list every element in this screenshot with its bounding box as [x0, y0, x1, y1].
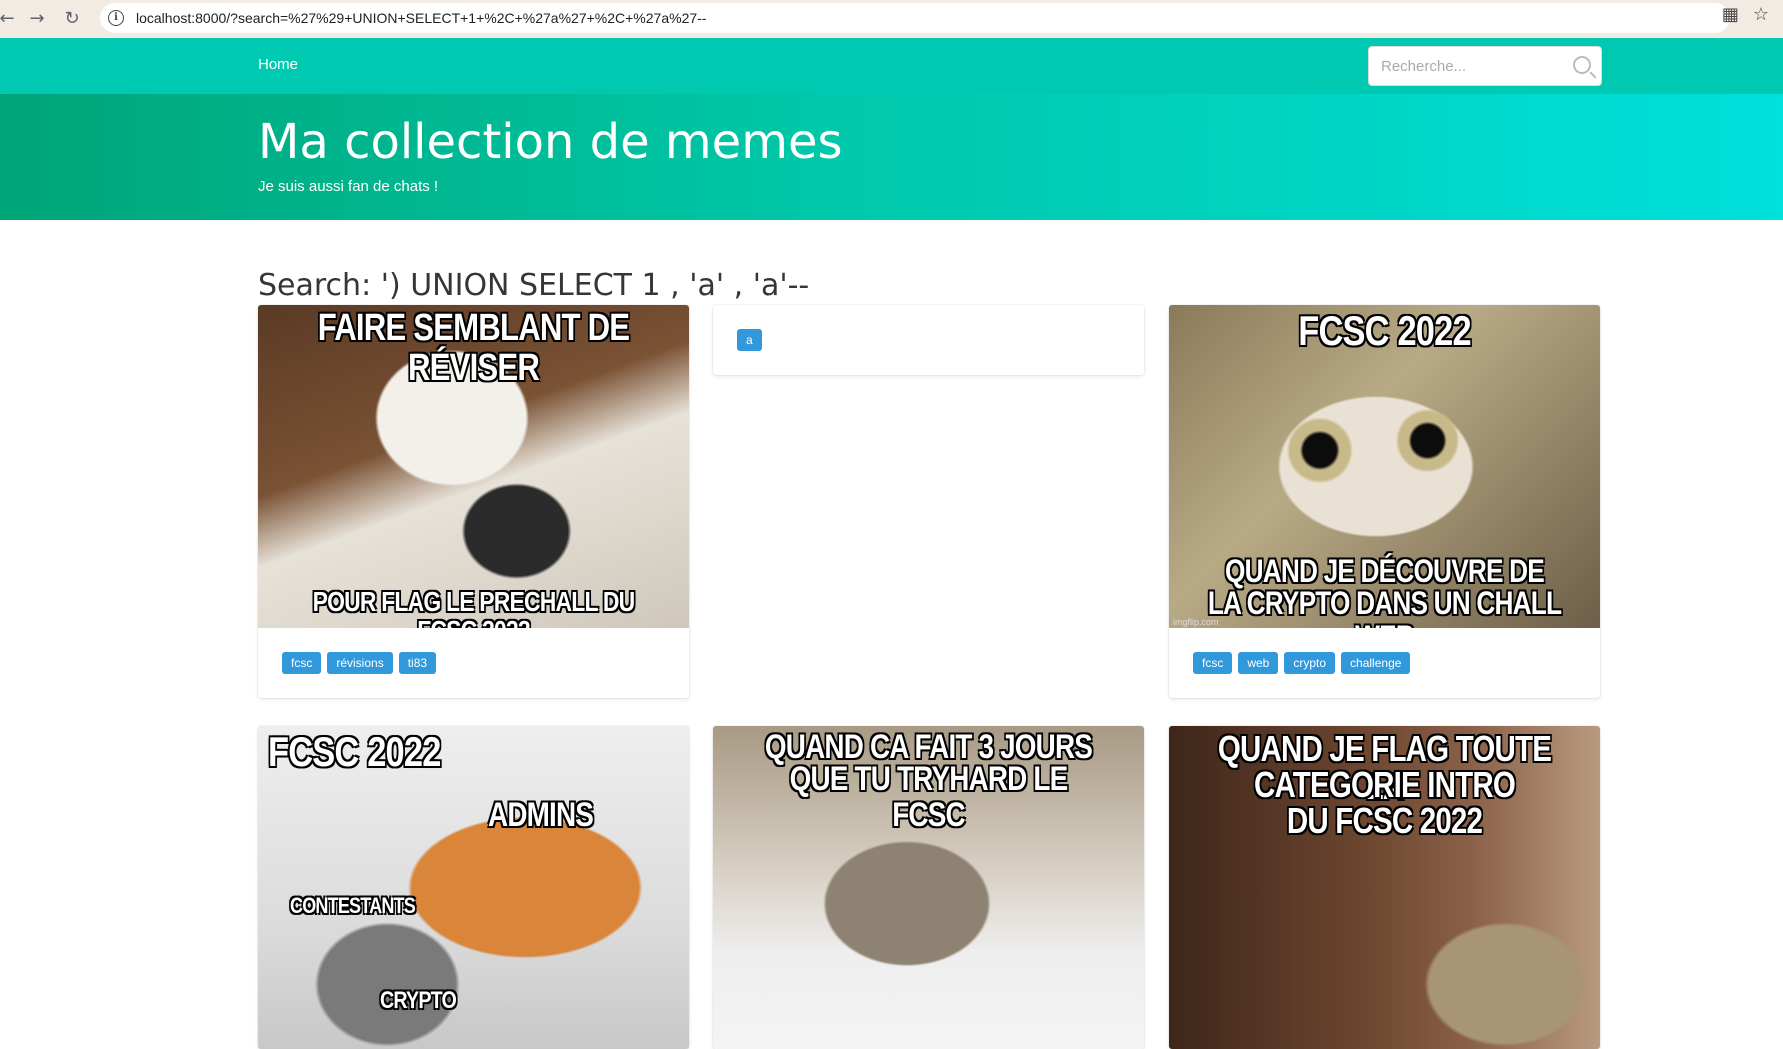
- tag-list: a: [713, 305, 1144, 375]
- meme-card: QUAND JE FLAG TOUTE LA CATEGORIE INTRO D…: [1169, 726, 1600, 1049]
- forward-icon[interactable]: →: [22, 8, 52, 29]
- meme-watermark: imgflip.com: [1173, 617, 1219, 627]
- tag[interactable]: challenge: [1341, 652, 1411, 674]
- tag-list: fcsc révisions ti83: [258, 628, 689, 698]
- meme-watermark: imgflip.com: [262, 617, 308, 627]
- search-box[interactable]: [1368, 46, 1602, 86]
- tag[interactable]: crypto: [1284, 652, 1336, 674]
- meme-top-text: CATEGORIE INTRO: [1253, 764, 1516, 805]
- url-text[interactable]: localhost:8000/?search=%27%29+UNION+SELE…: [136, 10, 706, 26]
- address-bar[interactable]: i localhost:8000/?search=%27%29+UNION+SE…: [100, 3, 1730, 33]
- meme-image[interactable]: QUAND JE FLAG TOUTE LA CATEGORIE INTRO D…: [1169, 726, 1600, 1049]
- meme-card: FCSC 2022 QUAND JE DÉCOUVRE DE LA CRYPTO…: [1169, 305, 1600, 698]
- meme-top-text: FCSC 2022: [1298, 307, 1471, 354]
- meme-card: FCSC 2022 ADMINS CONTESTANTS CRYPTO: [258, 726, 689, 1049]
- meme-label-crypto: CRYPTO: [380, 987, 457, 1014]
- meme-image[interactable]: FAIRE SEMBLANT DE RÉVISER POUR FLAG LE P…: [258, 305, 689, 628]
- tag[interactable]: révisions: [327, 652, 393, 674]
- browser-toolbar: ← → ↻ i localhost:8000/?search=%27%29+UN…: [0, 0, 1783, 38]
- search-icon[interactable]: [1573, 56, 1591, 74]
- tag[interactable]: fcsc: [1193, 652, 1233, 674]
- meme-card-injected: a: [713, 305, 1144, 375]
- site-info-icon[interactable]: i: [108, 10, 124, 26]
- meme-image[interactable]: FCSC 2022 QUAND JE DÉCOUVRE DE LA CRYPTO…: [1169, 305, 1600, 628]
- meme-bottom-text: POUR FLAG LE PRECHALL DU FCSC 2022: [312, 586, 636, 628]
- tag[interactable]: a: [737, 329, 762, 351]
- nav-home-link[interactable]: Home: [258, 56, 298, 73]
- page-subtitle: Je suis aussi fan de chats !: [258, 178, 439, 195]
- page-title: Ma collection de memes: [258, 114, 843, 170]
- tag[interactable]: fcsc: [282, 652, 322, 674]
- search-input[interactable]: [1379, 47, 1573, 85]
- meme-card: FAIRE SEMBLANT DE RÉVISER POUR FLAG LE P…: [258, 305, 689, 698]
- reload-icon[interactable]: ↻: [57, 8, 87, 29]
- back-icon[interactable]: ←: [0, 8, 22, 29]
- hero-banner: Ma collection de memes Je suis aussi fan…: [0, 94, 1783, 220]
- meme-label-contestants: CONTESTANTS: [290, 893, 416, 918]
- translate-icon[interactable]: ▦: [1722, 4, 1739, 25]
- meme-top-text: FCSC 2022: [268, 728, 441, 775]
- meme-image[interactable]: FCSC 2022 ADMINS CONTESTANTS CRYPTO: [258, 726, 689, 1049]
- search-results-heading: Search: ') UNION SELECT 1 , 'a' , 'a'--: [258, 268, 810, 303]
- meme-card: QUAND CA FAIT 3 JOURS QUE TU TRYHARD LE …: [713, 726, 1144, 1049]
- meme-bottom-text: QUAND JE DÉCOUVRE DE: [1225, 553, 1545, 589]
- meme-image[interactable]: QUAND CA FAIT 3 JOURS QUE TU TRYHARD LE …: [713, 726, 1144, 1049]
- tag-list: fcsc web crypto challenge: [1169, 628, 1600, 698]
- meme-top-text: FAIRE SEMBLANT DE RÉVISER: [317, 307, 630, 389]
- meme-bottom-text: LA CRYPTO DANS UN CHALL WEB: [1207, 585, 1562, 628]
- browser-actions: ▦ ☆: [1722, 4, 1769, 25]
- meme-label-admins: ADMINS: [488, 796, 594, 834]
- tag[interactable]: web: [1238, 652, 1279, 674]
- meme-top-text: QUE TU TRYHARD LE FCSC: [789, 760, 1069, 834]
- bookmark-star-icon[interactable]: ☆: [1753, 4, 1769, 25]
- tag[interactable]: ti83: [398, 652, 437, 674]
- navbar: Home: [0, 38, 1783, 94]
- meme-top-text: DU FCSC 2022: [1286, 800, 1483, 841]
